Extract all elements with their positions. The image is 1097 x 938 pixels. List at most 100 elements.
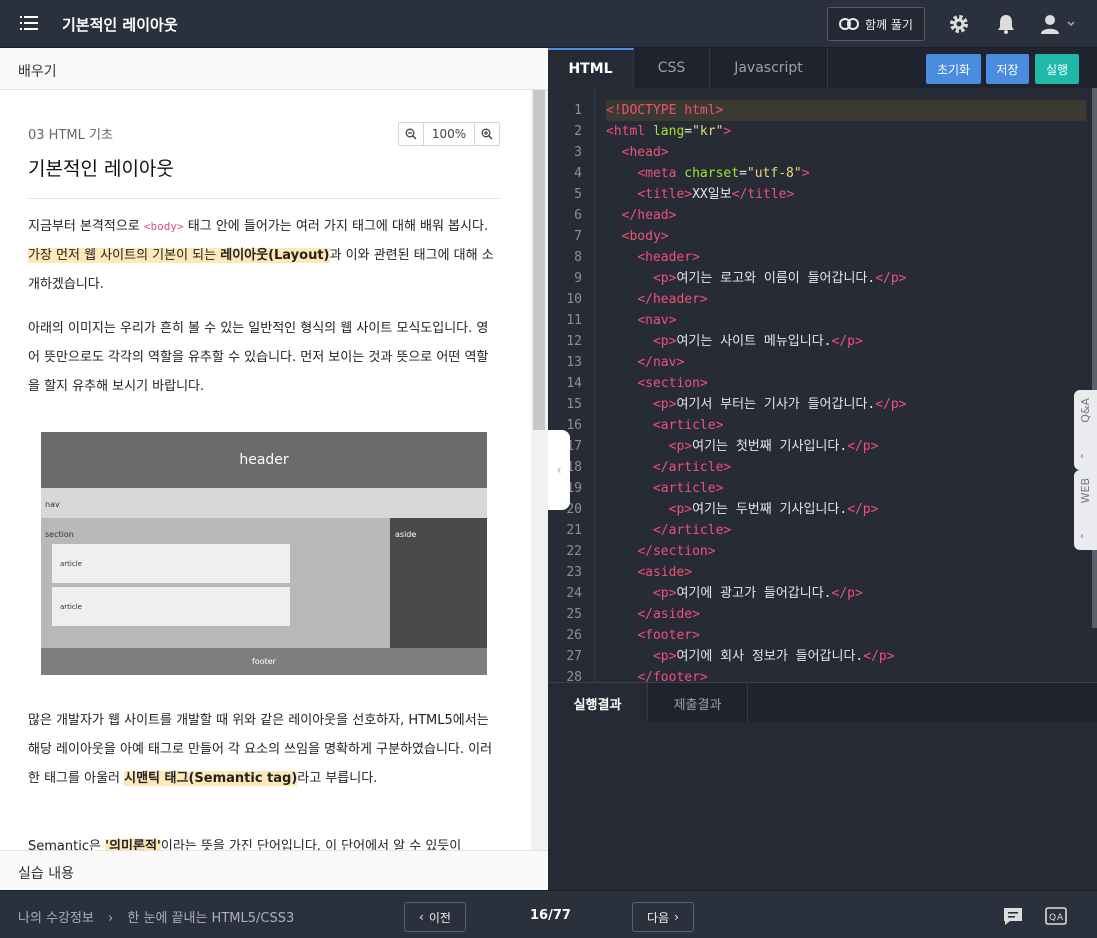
code-line: <aside> (637, 565, 693, 580)
diagram-article-2: article (52, 587, 290, 626)
line-number: 7 (574, 229, 582, 244)
code-line: <article> (652, 418, 724, 433)
line-number: 14 (566, 376, 582, 391)
diagram-header: header (41, 432, 487, 488)
line-number: 22 (566, 544, 582, 559)
practice-label: 실습 내용 (18, 866, 74, 882)
line-number: 11 (566, 313, 582, 328)
p-text: 여기에 회사 정보가 들어갑니다. (676, 649, 864, 664)
tab-submit-result[interactable]: 제출결과 (648, 683, 748, 723)
course-breadcrumb: 나의 수강정보 › 한 눈에 끝내는 HTML5/CSS3 (18, 907, 294, 926)
user-avatar-icon[interactable] (1040, 13, 1078, 35)
layout-diagram: header nav section article article aside… (41, 432, 487, 675)
code-line: <body> (621, 229, 669, 244)
web-side-tab[interactable]: WEB ‹ (1074, 470, 1097, 550)
save-button[interactable]: 저장 (986, 54, 1029, 84)
tab-html[interactable]: HTML (548, 48, 634, 88)
diagram-article-1: article (52, 544, 290, 583)
solve-together-button[interactable]: 함께 풀기 (827, 7, 925, 41)
prev-button[interactable]: ‹ 이전 (404, 902, 466, 932)
tab-css[interactable]: CSS (634, 48, 710, 88)
line-number: 25 (566, 607, 582, 622)
line-number: 2 (574, 124, 582, 139)
line-number: 15 (566, 397, 582, 412)
title-divider (28, 198, 500, 199)
line-number: 4 (574, 166, 582, 181)
hamburger-menu-icon[interactable] (20, 14, 38, 32)
inline-code-body: <body> (143, 220, 184, 233)
code-line: </header> (637, 292, 708, 307)
p1-highlight-text: 가장 먼저 웹 사이트의 기본이 되는 (28, 248, 221, 263)
code-line: <p>여기는 두번째 기사입니다.</p> (668, 502, 879, 517)
code-line: </aside> (637, 607, 700, 622)
code-line: </article> (652, 523, 732, 538)
p-text: 여기는 첫번째 기사입니다. (692, 439, 848, 454)
paragraph-3: 많은 개발자가 웹 사이트를 개발할 때 위와 같은 레이아웃을 선호하자, H… (28, 706, 498, 793)
chevron-right-icon: › (674, 910, 679, 924)
svg-text:A: A (1057, 913, 1064, 923)
line-number: 27 (566, 649, 582, 664)
p4-text-a: Semantic은 (28, 839, 106, 850)
content-scrollbar-thumb[interactable] (533, 90, 545, 430)
solve-together-label: 함께 풀기 (865, 17, 913, 32)
p1-text-b: 태그 안에 들어가는 여러 가지 태그에 대해 배워 봅시다. (183, 219, 489, 234)
code-line: </footer> (637, 670, 708, 682)
gutter-separator (594, 88, 595, 682)
editor-panel: HTML CSS Javascript 초기화 저장 실행 1234567891… (548, 48, 1097, 890)
page-indicator: 16/77 (530, 908, 571, 923)
tab-javascript[interactable]: Javascript (710, 48, 828, 88)
line-number: 3 (574, 145, 582, 160)
chevron-left-icon: ‹ (1080, 451, 1084, 462)
code-editor[interactable]: 1 2 3 4 5 6 7 8 9 10 11 12 13 14 15 16 17 18 19 20 21 22 23 24 2… (548, 88, 1097, 682)
diagram-section: section (41, 518, 390, 648)
p-text: 여기서 부터는 기사가 들어갑니다. (676, 397, 876, 412)
paragraph-4: Semantic은 '의미론적'이라는 뜻을 가진 단어입니다. 이 단어에서 … (28, 832, 498, 850)
charset-value: "utf-8" (746, 166, 802, 181)
p1-bold-layout: 레이아웃(Layout) (220, 248, 330, 263)
my-course-link[interactable]: 나의 수강정보 (18, 911, 94, 926)
code-line: </head> (621, 208, 677, 223)
line-number: 23 (566, 565, 582, 580)
p-text: 여기는 두번째 기사입니다. (692, 502, 848, 517)
zoom-in-button[interactable] (475, 123, 499, 145)
code-line: <nav> (637, 313, 677, 328)
code-line: <p>여기는 로고와 이름이 들어갑니다.</p> (652, 271, 907, 286)
code-line: <section> (637, 376, 708, 391)
diagram-footer: footer (41, 648, 487, 675)
chevron-left-icon: ‹ (1080, 531, 1084, 542)
run-button[interactable]: 실행 (1035, 54, 1079, 84)
page-title: 기본적인 레이아웃 (62, 16, 178, 34)
collapse-panel-button[interactable]: ‹ (548, 430, 570, 510)
code-line: <p>여기는 사이트 메뉴입니다.</p> (652, 334, 863, 349)
breadcrumb-separator: › (108, 911, 114, 926)
next-label: 다음 (647, 910, 670, 925)
line-number: 28 (566, 670, 582, 682)
code-line: <p>여기에 광고가 들어갑니다.</p> (652, 586, 863, 601)
learning-panel: 배우기 03 HTML 기초 100% 기본적인 레이아웃 지금부터 본격적으로… (0, 48, 548, 890)
zoom-out-button[interactable] (399, 123, 423, 145)
web-tab-label: WEB (1079, 478, 1092, 504)
lesson-content[interactable]: 03 HTML 기초 100% 기본적인 레이아웃 지금부터 본격적으로 <bo… (0, 90, 531, 850)
line-number: 9 (574, 271, 582, 286)
top-bar: 기본적인 레이아웃 함께 풀기 (0, 0, 1097, 48)
code-line: <html lang="kr"> (606, 124, 732, 139)
code-line: <p>여기서 부터는 기사가 들어갑니다.</p> (652, 397, 907, 412)
lesson-breadcrumb: 03 HTML 기초 (28, 128, 113, 143)
learn-header-label: 배우기 (18, 64, 57, 80)
p-text: 여기는 사이트 메뉴입니다. (676, 334, 832, 349)
reset-button[interactable]: 초기화 (926, 54, 981, 84)
qna-tab-label: Q&A (1079, 398, 1092, 423)
line-number: 6 (574, 208, 582, 223)
tab-run-result[interactable]: 실행결과 (548, 683, 648, 723)
practice-section-header[interactable]: 실습 내용 (0, 850, 548, 890)
qna-side-tab[interactable]: Q&A ‹ (1074, 390, 1097, 470)
code-line: </article> (652, 460, 732, 475)
next-button[interactable]: 다음 › (632, 902, 694, 932)
bell-icon[interactable] (995, 13, 1017, 35)
code-area[interactable]: <!DOCTYPE html> <html lang="kr"> <head> … (606, 100, 1086, 682)
qna-icon[interactable]: Q A (1045, 905, 1067, 927)
prev-label: 이전 (428, 910, 451, 925)
chat-icon[interactable] (1002, 905, 1024, 927)
lesson-title: 기본적인 레이아웃 (28, 158, 174, 180)
gear-icon[interactable] (948, 13, 970, 35)
